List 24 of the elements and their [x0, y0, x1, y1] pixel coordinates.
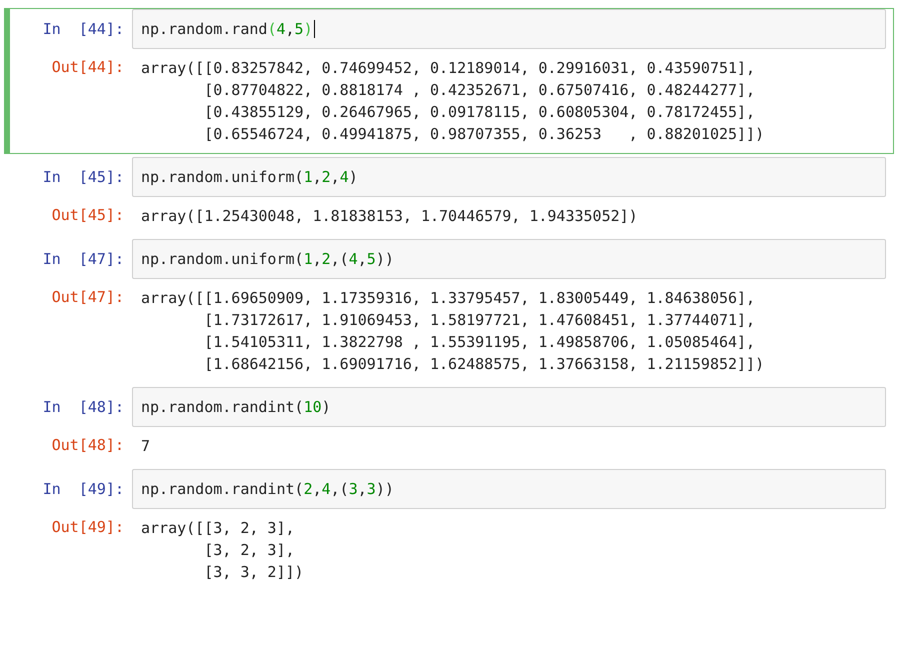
output-prompt: Out[45]:: [50, 205, 125, 225]
cell-output: array([[0.83257842, 0.74699452, 0.12189014, 0.29916031, 0.43590751], [0.87704822, 0.8818174 , 0.42352671, 0.67507416, 0.48244277], [0.43855129, 0.26467965, 0.09178115, 0.60805304, 0.78172455], [0.65546724, 0.49941875, 0.98707355, 0.36253 , 0.88201025]]): [140, 58, 766, 145]
cell-output: array([[3, 2, 3], [3, 2, 3], [3, 3, 2]]): [140, 518, 305, 583]
input-prompt: In [49]:: [42, 479, 125, 499]
input-prompt: In [48]:: [42, 397, 125, 417]
code-input[interactable]: np.random.uniform(1,2,4): [132, 157, 886, 197]
notebook-cell[interactable]: In [45]: np.random.uniform(1,2,4) Out[45]: array([1.25430048, 1.81838153, 1.70446579, 1.94335052]): [4, 156, 894, 236]
code-input[interactable]: np.random.rand(4,5): [132, 9, 886, 49]
text-cursor: [314, 20, 315, 38]
cell-output: array([[1.69650909, 1.17359316, 1.33795457, 1.83005449, 1.84638056], [1.73172617, 1.91069453, 1.58197721, 1.47608451, 1.37744071], [1.54105311, 1.3822798 , 1.55391195, 1.49858706, 1.05085464], [1.68642156, 1.69091716, 1.62488575, 1.37663158, 1.21159852]]): [140, 288, 766, 375]
output-prompt: Out[47]:: [50, 287, 125, 307]
cell-output: array([1.25430048, 1.81838153, 1.70446579, 1.94335052]): [140, 206, 639, 227]
code-input[interactable]: np.random.randint(2,4,(3,3)): [132, 469, 886, 509]
input-prompt: In [47]:: [42, 249, 125, 269]
cell-output: 7: [140, 436, 152, 457]
input-prompt: In [45]:: [42, 167, 125, 187]
output-prompt: Out[48]:: [50, 435, 125, 455]
notebook-cell[interactable]: In [49]: np.random.randint(2,4,(3,3)) Out[49]: array([[3, 2, 3], [3, 2, 3], [3, 3, 2]]): [4, 468, 894, 592]
code-input[interactable]: np.random.uniform(1,2,(4,5)): [132, 239, 886, 279]
notebook-cell[interactable]: [4, 8, 894, 154]
input-prompt: In [44]:: [42, 19, 125, 39]
output-prompt: Out[44]:: [50, 57, 125, 77]
code-input[interactable]: np.random.randint(10): [132, 387, 886, 427]
output-prompt: Out[49]:: [50, 517, 125, 537]
